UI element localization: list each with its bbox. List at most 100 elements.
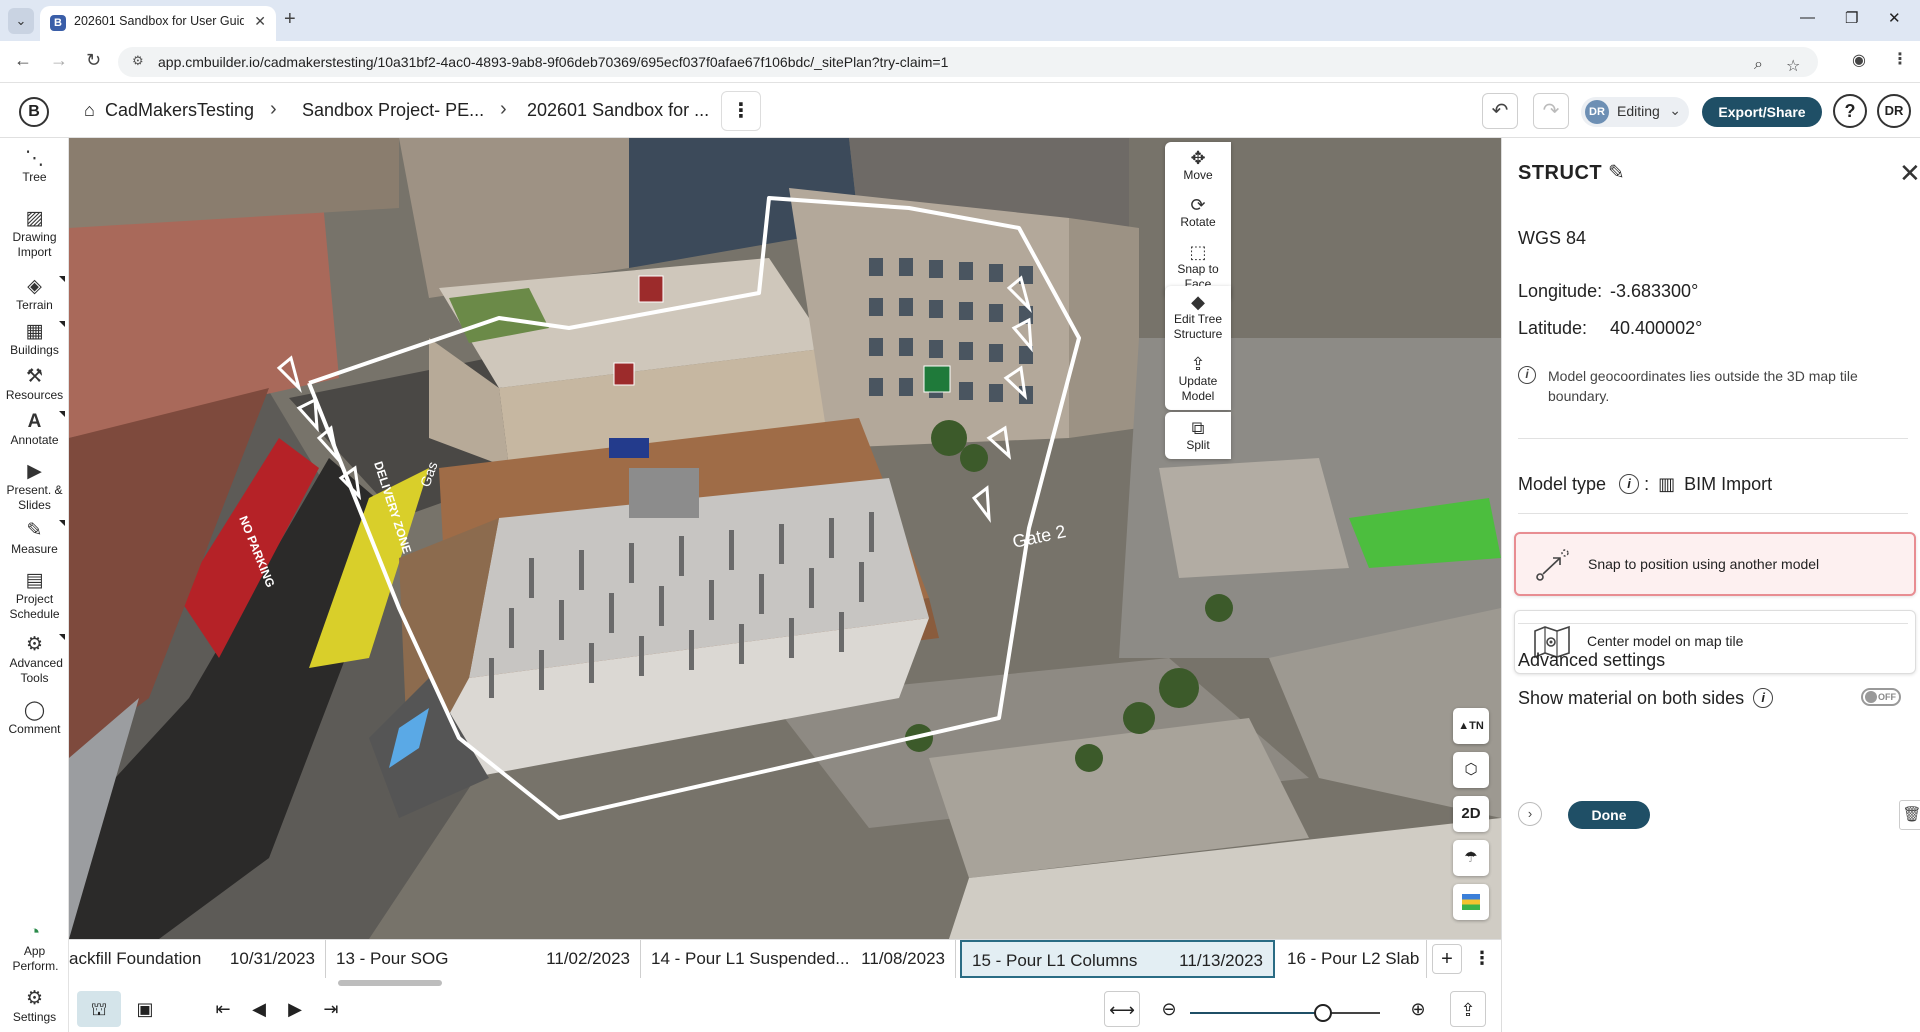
skip-to-start-button[interactable]: ⇤: [205, 991, 241, 1027]
mode-selector[interactable]: DR Editing ⌄: [1581, 97, 1689, 127]
divider-hidden: [1518, 623, 1908, 624]
home-icon[interactable]: ⌂: [84, 100, 95, 121]
profile-icon[interactable]: ◉: [1852, 50, 1866, 70]
toolbar-label: Measure: [11, 542, 58, 556]
info-icon[interactable]: i: [1753, 688, 1774, 708]
help-button[interactable]: ?: [1833, 94, 1867, 128]
site-view-button[interactable]: ⛫: [77, 991, 121, 1027]
done-button[interactable]: Done: [1568, 801, 1650, 829]
export-timeline-button[interactable]: ⇪: [1450, 991, 1486, 1027]
model-type-value: BIM Import: [1684, 474, 1773, 494]
rotate-tool[interactable]: ⟳ Rotate: [1165, 189, 1231, 236]
skip-to-end-button[interactable]: ⇥: [313, 991, 349, 1027]
show-material-toggle[interactable]: OFF: [1861, 688, 1901, 706]
toolbar-project-schedule[interactable]: ▤ Project Schedule: [0, 570, 69, 622]
compass-icon: ▲: [1458, 720, 1470, 732]
url-field[interactable]: ⚙ app.cmbuilder.io/cadmakerstesting/10a3…: [118, 47, 1818, 77]
zoom-slider[interactable]: [1190, 1004, 1380, 1022]
toolbar-present-slides[interactable]: ▶ Present. & Slides: [0, 461, 69, 513]
breadcrumb-org[interactable]: CadMakersTesting: [105, 100, 254, 121]
toolbar-drawing-import[interactable]: ▨ Drawing Import: [0, 208, 69, 260]
toolbar-resources[interactable]: ⚒ Resources: [0, 366, 69, 403]
tool-label: Rotate: [1180, 215, 1216, 229]
layers-button[interactable]: [1453, 884, 1489, 920]
snap-to-model-card[interactable]: Snap to position using another model: [1514, 532, 1916, 596]
close-tab-icon[interactable]: ✕: [254, 13, 266, 30]
info-icon: i: [1518, 366, 1536, 384]
segment-name: 13 - Pour SOG: [336, 949, 449, 968]
restore-icon[interactable]: ❐: [1845, 9, 1858, 27]
reload-icon[interactable]: ↻: [86, 50, 101, 71]
toolbar-tree[interactable]: ⋱ Tree: [0, 148, 69, 185]
add-step-button[interactable]: +: [1432, 944, 1462, 974]
toolbar-buildings[interactable]: ▦ Buildings: [0, 321, 69, 358]
delete-model-button[interactable]: 🗑: [1899, 800, 1920, 830]
user-avatar[interactable]: DR: [1877, 94, 1911, 128]
redo-button[interactable]: ↷: [1533, 93, 1569, 129]
info-icon[interactable]: i: [1619, 474, 1640, 494]
slides-icon: ▶: [27, 461, 42, 482]
timeline-more-button[interactable]: ⋮: [1467, 944, 1497, 974]
timeline-segment[interactable]: 14 - Pour L1 Suspended... 11/08/2023: [641, 940, 956, 978]
close-panel-icon[interactable]: ✕: [1899, 158, 1920, 189]
edit-tree-structure-tool[interactable]: ◆ Edit Tree Structure: [1165, 286, 1231, 348]
3d-viewport[interactable]: Gate 2 Gas NO PARKING DELIVERY ZONE ✥ Mo…: [69, 138, 1501, 939]
new-tab-icon[interactable]: +: [284, 8, 296, 31]
latitude-value[interactable]: 40.400002°: [1610, 318, 1702, 338]
split-tool[interactable]: ⧉ Split: [1165, 412, 1231, 459]
more-options-button[interactable]: ⋮: [721, 91, 761, 131]
browser-menu-icon[interactable]: ⋮: [1892, 49, 1908, 69]
model-tools: ◆ Edit Tree Structure ⇪ Update Model: [1165, 286, 1231, 410]
minimize-icon[interactable]: —: [1800, 9, 1815, 26]
timeline-segment[interactable]: 13 - Pour SOG 11/02/2023: [326, 940, 641, 978]
2d-view-button[interactable]: 2D: [1453, 796, 1489, 832]
forward-icon[interactable]: →: [50, 50, 68, 71]
tool-label: Update Model: [1178, 374, 1218, 403]
browser-tab[interactable]: B 202601 Sandbox for User Guide ✕: [40, 6, 276, 41]
expand-panel-button[interactable]: ›: [1518, 802, 1542, 826]
update-model-tool[interactable]: ⇪ Update Model: [1165, 348, 1231, 410]
toolbar-measure[interactable]: ✎ Measure: [0, 520, 69, 557]
fit-timeline-button[interactable]: ⟷: [1104, 991, 1140, 1027]
move-tool[interactable]: ✥ Move: [1165, 142, 1231, 189]
zoom-slider-handle[interactable]: [1314, 1004, 1332, 1022]
toolbar-label: Terrain: [16, 298, 53, 312]
back-icon[interactable]: ←: [14, 50, 32, 71]
app-logo-icon[interactable]: B: [19, 97, 49, 127]
toolbar-settings[interactable]: ⚙ Settings: [0, 988, 69, 1025]
breadcrumb-model[interactable]: 202601 Sandbox for ...: [527, 100, 709, 121]
site-info-icon[interactable]: ⚙: [132, 53, 144, 69]
longitude-value[interactable]: -3.683300°: [1610, 281, 1698, 301]
toolbar-annotate[interactable]: A Annotate: [0, 411, 69, 448]
play-button[interactable]: ▶: [277, 991, 313, 1027]
breadcrumb-project[interactable]: Sandbox Project- PE...: [302, 100, 484, 121]
url-text[interactable]: app.cmbuilder.io/cadmakerstesting/10a31b…: [158, 54, 948, 70]
toolbar-comment[interactable]: ◯ Comment: [0, 700, 69, 737]
divider: [1518, 438, 1908, 439]
toolbar-advanced-tools[interactable]: ⚙ Advanced Tools: [0, 634, 69, 686]
edit-name-icon[interactable]: ✎: [1608, 160, 1625, 185]
timeline-segment-active[interactable]: 15 - Pour L1 Columns 11/13/2023: [960, 940, 1275, 978]
avatar: DR: [1585, 100, 1609, 124]
zoom-out-button[interactable]: ⊖: [1151, 991, 1187, 1027]
zoom-in-button[interactable]: ⊕: [1400, 991, 1436, 1027]
toolbar-terrain[interactable]: ◈ Terrain: [0, 276, 69, 313]
export-share-button[interactable]: Export/Share: [1702, 97, 1822, 127]
zoom-icon[interactable]: ⌕: [1754, 56, 1763, 74]
gear-icon: ⚙: [25, 988, 44, 1009]
timeline-segment[interactable]: ackfill Foundation 10/31/2023: [69, 940, 326, 978]
tab-list-dropdown-icon[interactable]: ⌄: [8, 8, 34, 34]
timeline-segment[interactable]: 16 - Pour L2 Slab: [1277, 940, 1427, 978]
toolbar-app-performance[interactable]: ◔ App Perform.: [0, 922, 69, 974]
coordinate-system: WGS 84: [1518, 228, 1587, 248]
sun-study-button[interactable]: ☂: [1453, 840, 1489, 876]
step-back-button[interactable]: ◀: [241, 991, 277, 1027]
true-north-button[interactable]: ▲TN: [1453, 708, 1489, 744]
undo-button[interactable]: ↶: [1482, 93, 1518, 129]
bookmark-star-icon[interactable]: ☆: [1786, 56, 1800, 76]
window-close-icon[interactable]: ✕: [1888, 9, 1901, 27]
segment-date: 11/13/2023: [1179, 951, 1263, 970]
longitude-row: Longitude: -3.683300°: [1518, 281, 1698, 302]
view-cube-button[interactable]: ⬡: [1453, 752, 1489, 788]
presentation-view-button[interactable]: ▣: [127, 991, 163, 1027]
